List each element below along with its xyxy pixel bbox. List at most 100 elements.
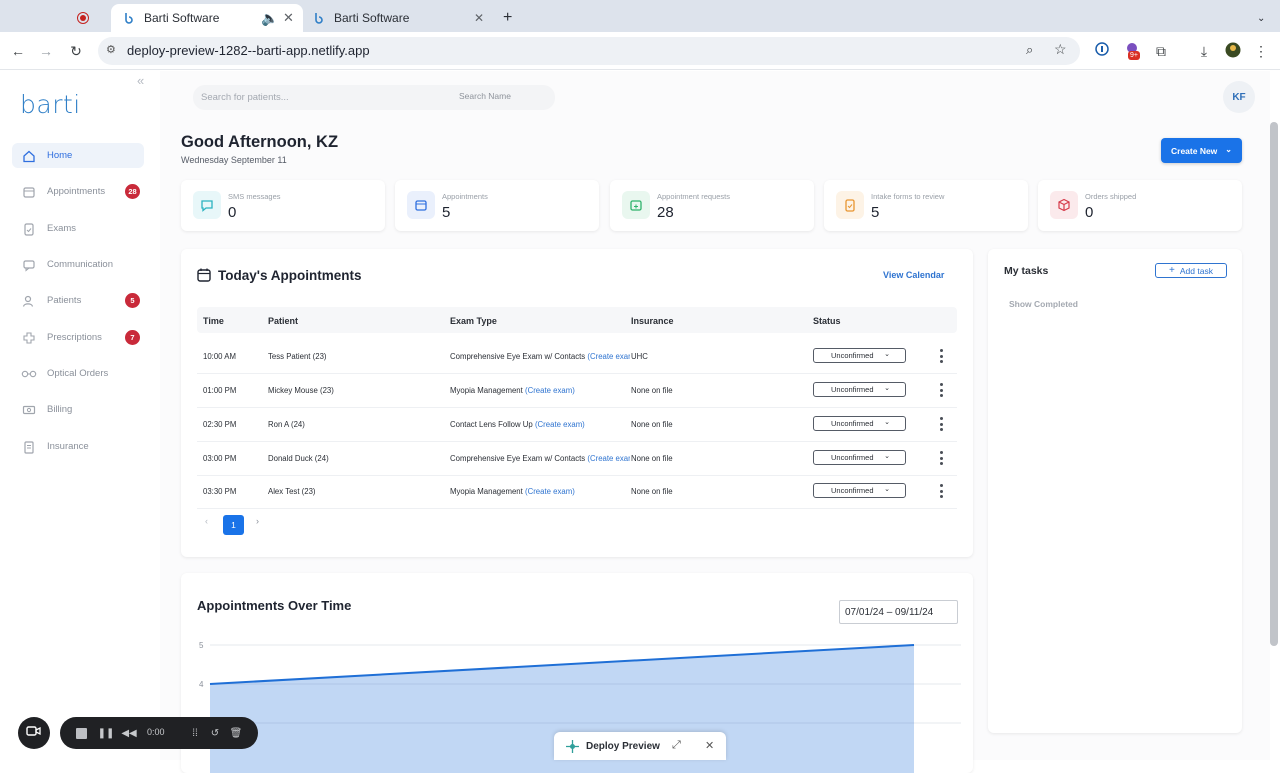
record-tab[interactable]	[76, 4, 106, 32]
sidebar-item-prescriptions[interactable]: Prescriptions 7	[12, 325, 144, 350]
browser-menu-icon[interactable]: ⋮	[1252, 42, 1270, 60]
table-row[interactable]: 02:30 PM Ron A (24) Contact Lens Follow …	[197, 408, 957, 442]
stat-card-sms[interactable]: SMS messages 0	[181, 180, 385, 231]
tab-menu-chevron-icon[interactable]: ⌄	[1257, 4, 1265, 32]
create-exam-link[interactable]: (Create exam)	[587, 352, 630, 361]
create-new-button[interactable]: Create New ⌄	[1161, 138, 1242, 163]
patient-link[interactable]: Tess Patient (23)	[268, 352, 327, 361]
omnibox[interactable]: ⚙ deploy-preview-1282--barti-app.netlify…	[98, 37, 1080, 65]
rewind-icon[interactable]: ◀◀	[121, 726, 136, 740]
show-completed-toggle[interactable]: Show Completed	[1009, 299, 1078, 309]
patient-link[interactable]: Alex Test (23)	[268, 487, 316, 496]
table-row[interactable]: 03:30 PM Alex Test (23) Myopia Managemen…	[197, 475, 957, 509]
browser-tab-active[interactable]: Barti Software 🔈 ✕	[111, 4, 303, 32]
y-tick-label: 4	[199, 680, 204, 689]
deploy-preview-label[interactable]: Deploy Preview	[586, 741, 660, 752]
stat-card-appointment-requests[interactable]: Appointment requests 28	[610, 180, 814, 231]
column-header[interactable]: Patient	[268, 316, 298, 326]
row-menu-icon[interactable]	[936, 381, 946, 399]
close-icon[interactable]: ✕	[705, 739, 714, 752]
browser-tab-strip: Barti Software 🔈 ✕ Barti Software ✕ + ⌄	[0, 0, 1280, 32]
create-exam-link[interactable]: (Create exam)	[587, 454, 630, 463]
column-header[interactable]: Exam Type	[450, 316, 497, 326]
stat-card-appointments[interactable]: Appointments 5	[395, 180, 599, 231]
status-value: Unconfirmed	[831, 486, 874, 495]
extensions-puzzle-icon[interactable]: ⧉	[1152, 42, 1170, 60]
stop-icon[interactable]	[74, 726, 88, 740]
sidebar-item-appointments[interactable]: Appointments 28	[12, 179, 144, 204]
row-menu-icon[interactable]	[936, 415, 946, 433]
table-row[interactable]: 01:00 PM Mickey Mouse (23) Myopia Manage…	[197, 374, 957, 408]
view-calendar-link[interactable]: View Calendar	[883, 270, 944, 280]
create-exam-link[interactable]: (Create exam)	[535, 420, 585, 429]
page-scrollbar[interactable]	[1270, 122, 1278, 646]
close-tab-icon[interactable]: ✕	[283, 10, 294, 26]
back-icon[interactable]: ←	[9, 42, 27, 60]
patient-link[interactable]: Mickey Mouse (23)	[268, 386, 334, 395]
bookmark-star-icon[interactable]: ☆	[1054, 41, 1067, 58]
sidebar-item-insurance[interactable]: Insurance	[12, 434, 144, 459]
collapse-sidebar-icon[interactable]: «	[137, 73, 144, 88]
pause-icon[interactable]: ❚❚	[98, 726, 115, 740]
stat-value: 0	[228, 204, 237, 221]
patient-search-input[interactable]: Search for patients... Search Name	[193, 85, 555, 110]
patient-link[interactable]: Donald Duck (24)	[268, 454, 329, 463]
sidebar-item-optical-orders[interactable]: Optical Orders	[12, 361, 144, 386]
column-header[interactable]: Status	[813, 316, 841, 326]
trash-icon[interactable]: 🗑	[229, 726, 243, 740]
insurance-cell: UHC	[631, 352, 648, 361]
column-header[interactable]: Time	[203, 316, 224, 326]
undo-icon[interactable]: ↺	[208, 726, 222, 740]
my-tasks-card: My tasks + Add task Show Completed	[988, 249, 1242, 733]
sms-icon	[193, 191, 221, 219]
add-task-button[interactable]: + Add task	[1155, 263, 1227, 278]
expand-icon[interactable]: ⤢	[672, 739, 681, 752]
column-header[interactable]: Insurance	[631, 316, 674, 326]
row-menu-icon[interactable]	[936, 449, 946, 467]
speaker-icon[interactable]: 🔈	[261, 10, 278, 27]
sidebar-item-label: Communication	[47, 259, 113, 270]
next-page-icon[interactable]: ›	[256, 516, 259, 526]
status-select[interactable]: Unconfirmed ⌄	[813, 382, 906, 397]
url-text[interactable]: deploy-preview-1282--barti-app.netlify.a…	[127, 43, 370, 58]
prev-page-icon[interactable]: ‹	[205, 516, 208, 526]
user-avatar[interactable]: KF	[1223, 81, 1255, 113]
sidebar-item-home[interactable]: Home	[12, 143, 144, 168]
patient-link[interactable]: Ron A (24)	[268, 420, 305, 429]
status-select[interactable]: Unconfirmed ⌄	[813, 416, 906, 431]
status-select[interactable]: Unconfirmed ⌄	[813, 450, 906, 465]
sidebar-item-exams[interactable]: Exams	[12, 216, 144, 241]
table-row[interactable]: 10:00 AM Tess Patient (23) Comprehensive…	[197, 340, 957, 374]
camera-button[interactable]	[18, 717, 50, 749]
clipboard-check-icon	[836, 191, 864, 219]
search-mode-label[interactable]: Search Name	[459, 91, 511, 101]
create-exam-link[interactable]: (Create exam)	[525, 487, 575, 496]
download-icon[interactable]: ⤓	[1195, 42, 1213, 60]
status-select[interactable]: Unconfirmed ⌄	[813, 348, 906, 363]
close-tab-icon[interactable]: ✕	[474, 11, 484, 25]
browser-tab[interactable]: Barti Software ✕	[312, 4, 492, 32]
reload-icon[interactable]: ↻	[67, 42, 85, 60]
stat-label: Intake forms to review	[871, 192, 945, 201]
notification-badge: 7	[125, 330, 140, 345]
profile-avatar-icon[interactable]	[1224, 42, 1242, 60]
extension-icon[interactable]: 9+	[1124, 42, 1142, 60]
sidebar-item-communication[interactable]: Communication	[12, 252, 144, 277]
forward-icon[interactable]: →	[37, 42, 55, 60]
row-menu-icon[interactable]	[936, 482, 946, 500]
grid-icon[interactable]: ⁞⁞	[188, 726, 202, 740]
row-menu-icon[interactable]	[936, 347, 946, 365]
tab-title: Barti Software	[334, 11, 410, 25]
page-button[interactable]: 1	[223, 515, 244, 535]
new-tab-icon[interactable]: +	[503, 4, 512, 32]
sidebar-item-billing[interactable]: Billing	[12, 397, 144, 422]
stat-card-orders-shipped[interactable]: Orders shipped 0	[1038, 180, 1242, 231]
sidebar-item-patients[interactable]: Patients 5	[12, 288, 144, 313]
table-row[interactable]: 03:00 PM Donald Duck (24) Comprehensive …	[197, 442, 957, 476]
status-select[interactable]: Unconfirmed ⌄	[813, 483, 906, 498]
create-exam-link[interactable]: (Create exam)	[525, 386, 575, 395]
site-settings-icon[interactable]: ⚙	[106, 43, 116, 56]
password-manager-icon[interactable]	[1093, 42, 1111, 60]
zoom-icon[interactable]: ⌕	[1026, 42, 1033, 58]
stat-card-intake-forms[interactable]: Intake forms to review 5	[824, 180, 1028, 231]
